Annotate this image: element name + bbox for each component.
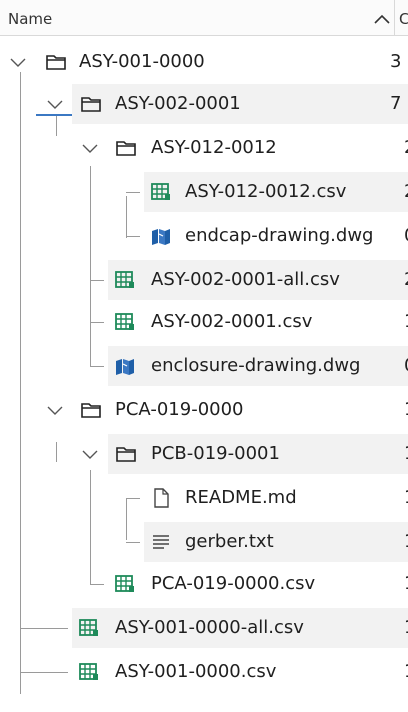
spreadsheet-icon — [79, 663, 98, 680]
tree-item-label: ASY-001-0000.csv — [115, 661, 277, 682]
document-icon — [154, 488, 169, 508]
tree-guide-line — [126, 542, 140, 543]
spreadsheet-icon — [115, 313, 134, 330]
tree-guide-line — [20, 672, 68, 673]
tree-item-label: ASY-002-0001.csv — [151, 311, 313, 332]
tree-guide-line — [90, 280, 104, 281]
file-tree: ASY-001-0000 3 ASY-002-0001 7 ASY-012-00… — [0, 36, 408, 712]
tree-row-asy-002-0001[interactable]: ASY-002-0001 7 — [47, 84, 408, 124]
tree-item-label: enclosure-drawing.dwg — [151, 355, 361, 376]
tree-item-label: PCB-019-0001 — [151, 443, 280, 464]
folder-icon — [116, 141, 136, 156]
spreadsheet-icon — [115, 575, 134, 592]
second-column-header[interactable]: C — [399, 10, 408, 28]
tree-item-label: ASY-012-0012.csv — [185, 181, 347, 202]
column-header: Name C — [0, 0, 408, 36]
second-column-value: 2 — [404, 172, 408, 212]
tree-row-pca-019-0000-csv[interactable]: PCA-019-0000.csv 1 — [90, 564, 408, 604]
chevron-down-icon[interactable] — [8, 52, 28, 72]
tree-guide-line — [90, 584, 104, 585]
tree-row-asy-002-0001-csv[interactable]: ASY-002-0001.csv 1 — [90, 302, 408, 342]
second-column-value: 1 — [404, 522, 408, 562]
tree-item-label: ASY-002-0001-all.csv — [151, 269, 340, 290]
chevron-down-icon[interactable] — [45, 400, 65, 420]
second-column-value: 1 — [404, 652, 408, 692]
tree-row-enclosure-drawing-dwg[interactable]: enclosure-drawing.dwg 0 — [90, 346, 408, 386]
tree-guide-line — [56, 442, 57, 462]
tree-row-asy-012-0012[interactable]: ASY-012-0012 2 — [82, 128, 408, 168]
tree-item-label: ASY-002-0001 — [115, 93, 241, 114]
tree-guide-line — [126, 196, 127, 238]
folder-icon — [46, 55, 66, 70]
second-column-value: 1 — [404, 478, 408, 518]
sort-ascending-icon[interactable] — [370, 8, 394, 30]
tree-guide-line — [90, 470, 91, 584]
tree-item-label: ASY-001-0000-all.csv — [115, 617, 304, 638]
spreadsheet-icon — [151, 183, 170, 200]
tree-item-label: PCA-019-0000 — [115, 399, 244, 420]
tree-guide-line — [56, 116, 57, 136]
tree-guide-line — [126, 498, 127, 540]
tree-row-pcb-019-0001[interactable]: PCB-019-0001 1 — [82, 434, 408, 474]
tree-guide-line — [90, 322, 104, 323]
tree-row-asy-001-0000-all-csv[interactable]: ASY-001-0000-all.csv 1 — [20, 608, 408, 648]
folder-icon — [81, 97, 101, 112]
tree-guide-line — [90, 366, 104, 367]
spreadsheet-icon — [115, 271, 134, 288]
second-column-value: 0 — [404, 346, 408, 386]
tree-row-endcap-drawing-dwg[interactable]: endcap-drawing.dwg 0 — [126, 216, 408, 256]
tree-row-asy-001-0000-csv[interactable]: ASY-001-0000.csv 1 — [20, 652, 408, 692]
folder-icon — [81, 403, 101, 418]
second-column-value: 1 — [404, 390, 408, 430]
spreadsheet-icon — [79, 619, 98, 636]
tree-item-label: ASY-012-0012 — [151, 137, 277, 158]
cad-drawing-icon — [116, 359, 134, 375]
tree-item-label: endcap-drawing.dwg — [185, 225, 374, 246]
chevron-down-icon[interactable] — [80, 138, 100, 158]
second-column-value: 1 — [404, 608, 408, 648]
tree-guide-line — [126, 192, 140, 193]
second-column-value: 1 — [404, 302, 408, 342]
tree-guide-line — [20, 628, 68, 629]
tree-row-gerber-txt[interactable]: gerber.txt 1 — [126, 522, 408, 562]
tree-guide-line — [126, 236, 140, 237]
second-column-value: 3 — [390, 51, 402, 72]
tree-row-asy-002-0001-all-csv[interactable]: ASY-002-0001-all.csv 2 — [90, 260, 408, 300]
column-separator[interactable] — [394, 0, 395, 36]
tree-row-asy-012-0012-csv[interactable]: ASY-012-0012.csv 2 — [126, 172, 408, 212]
second-column-value: 2 — [404, 260, 408, 300]
second-column-value: 7 — [390, 93, 402, 114]
tree-item-label: ASY-001-0000 — [79, 51, 205, 72]
tree-item-label: README.md — [185, 487, 297, 508]
second-column-value: 1 — [404, 434, 408, 474]
second-column-value: 1 — [404, 564, 408, 604]
tree-row-pca-019-0000[interactable]: PCA-019-0000 1 — [47, 390, 408, 430]
tree-item-label: gerber.txt — [185, 531, 274, 552]
cad-drawing-icon — [152, 229, 170, 245]
tree-row-readme-md[interactable]: README.md 1 — [126, 478, 408, 518]
second-column-value: 2 — [404, 128, 408, 168]
chevron-down-icon[interactable] — [45, 94, 65, 114]
second-column-value: 0 — [404, 216, 408, 256]
name-column-header[interactable]: Name — [8, 10, 52, 28]
tree-row-asy-001-0000[interactable]: ASY-001-0000 3 — [10, 42, 408, 82]
tree-guide-line — [126, 498, 140, 499]
chevron-down-icon[interactable] — [80, 444, 100, 464]
tree-item-label: PCA-019-0000.csv — [151, 573, 316, 594]
tree-guide-line — [20, 72, 21, 694]
tree-guide-line — [90, 166, 91, 366]
folder-icon — [116, 447, 136, 462]
text-file-icon — [153, 535, 169, 549]
